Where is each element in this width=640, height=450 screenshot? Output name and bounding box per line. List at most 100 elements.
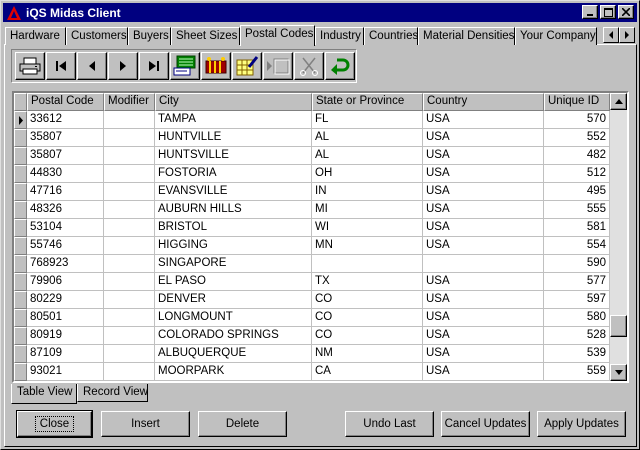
row-selector[interactable] <box>14 273 27 291</box>
cell-state[interactable]: CO <box>312 291 423 309</box>
next-record-button[interactable] <box>108 52 138 80</box>
close-window-button[interactable] <box>618 5 634 19</box>
table-row[interactable]: 80229 DENVER CO USA 597 <box>14 291 610 309</box>
table-row[interactable]: 87109 ALBUQUERQUE NM USA 539 <box>14 345 610 363</box>
table-row[interactable]: 35807 HUNTVILLE AL USA 552 <box>14 129 610 147</box>
undo-button[interactable] <box>325 52 355 80</box>
row-selector-header[interactable] <box>14 93 27 111</box>
minimize-button[interactable] <box>582 5 598 19</box>
first-record-button[interactable] <box>46 52 76 80</box>
cell-country[interactable]: USA <box>423 327 544 345</box>
cell-country[interactable]: USA <box>423 345 544 363</box>
cell-unique-id[interactable]: 482 <box>544 147 610 165</box>
column-header-state[interactable]: State or Province <box>312 93 423 111</box>
tab-table-view[interactable]: Table View <box>11 384 77 404</box>
table-row[interactable]: 80919 COLORADO SPRINGS CO USA 528 <box>14 327 610 345</box>
cell-postal-code[interactable]: 79906 <box>27 273 104 291</box>
cell-unique-id[interactable]: 590 <box>544 255 610 273</box>
cell-modifier[interactable] <box>104 201 155 219</box>
cell-state[interactable]: AL <box>312 129 423 147</box>
cell-postal-code[interactable]: 80501 <box>27 309 104 327</box>
row-selector[interactable] <box>14 291 27 309</box>
tab-scroll-left-button[interactable] <box>603 27 619 43</box>
column-header-country[interactable]: Country <box>423 93 544 111</box>
cell-state[interactable]: AL <box>312 147 423 165</box>
row-selector[interactable] <box>14 345 27 363</box>
cell-modifier[interactable] <box>104 147 155 165</box>
cell-unique-id[interactable]: 539 <box>544 345 610 363</box>
cell-postal-code[interactable]: 44830 <box>27 165 104 183</box>
row-selector[interactable] <box>14 237 27 255</box>
cell-city[interactable]: DENVER <box>155 291 312 309</box>
tab-customers[interactable]: Customers <box>66 27 128 45</box>
row-selector[interactable] <box>14 111 27 129</box>
cell-postal-code[interactable]: 33612 <box>27 111 104 129</box>
cell-postal-code[interactable]: 87109 <box>27 345 104 363</box>
row-selector[interactable] <box>14 219 27 237</box>
cell-unique-id[interactable]: 495 <box>544 183 610 201</box>
row-selector[interactable] <box>14 129 27 147</box>
row-selector[interactable] <box>14 183 27 201</box>
cell-city[interactable]: BRISTOL <box>155 219 312 237</box>
cell-modifier[interactable] <box>104 183 155 201</box>
cell-unique-id[interactable]: 555 <box>544 201 610 219</box>
table-row[interactable]: 768923 SINGAPORE 590 <box>14 255 610 273</box>
row-selector[interactable] <box>14 255 27 273</box>
cut-record-button[interactable] <box>294 52 324 80</box>
cell-state[interactable]: TX <box>312 273 423 291</box>
cell-city[interactable]: MOORPARK <box>155 363 312 381</box>
cell-country[interactable]: USA <box>423 237 544 255</box>
cell-postal-code[interactable]: 55746 <box>27 237 104 255</box>
table-row[interactable]: 80501 LONGMOUNT CO USA 580 <box>14 309 610 327</box>
cell-country[interactable]: USA <box>423 111 544 129</box>
cell-modifier[interactable] <box>104 345 155 363</box>
cell-postal-code[interactable]: 48326 <box>27 201 104 219</box>
title-bar[interactable]: iQS Midas Client <box>3 3 637 22</box>
tab-sheet-sizes[interactable]: Sheet Sizes <box>171 27 240 45</box>
cell-state[interactable]: MN <box>312 237 423 255</box>
row-selector[interactable] <box>14 327 27 345</box>
cell-unique-id[interactable]: 559 <box>544 363 610 381</box>
cell-modifier[interactable] <box>104 237 155 255</box>
cell-modifier[interactable] <box>104 291 155 309</box>
tab-your-company[interactable]: Your Company <box>515 27 597 45</box>
cell-state[interactable] <box>312 255 423 273</box>
cell-postal-code[interactable]: 35807 <box>27 129 104 147</box>
cell-country[interactable]: USA <box>423 363 544 381</box>
cell-postal-code[interactable]: 93021 <box>27 363 104 381</box>
table-row[interactable]: 47716 EVANSVILLE IN USA 495 <box>14 183 610 201</box>
cell-state[interactable]: MI <box>312 201 423 219</box>
cell-state[interactable]: IN <box>312 183 423 201</box>
cell-state[interactable]: OH <box>312 165 423 183</box>
cancel-updates-button[interactable]: Cancel Updates <box>441 411 530 437</box>
cell-unique-id[interactable]: 512 <box>544 165 610 183</box>
scroll-down-button[interactable] <box>610 364 627 381</box>
cell-unique-id[interactable]: 528 <box>544 327 610 345</box>
cell-unique-id[interactable]: 597 <box>544 291 610 309</box>
table-row[interactable]: 48326 AUBURN HILLS MI USA 555 <box>14 201 610 219</box>
cell-country[interactable]: USA <box>423 201 544 219</box>
print-button[interactable] <box>15 52 45 80</box>
undo-last-button[interactable]: Undo Last <box>345 411 434 437</box>
cell-city[interactable]: AUBURN HILLS <box>155 201 312 219</box>
cell-unique-id[interactable]: 580 <box>544 309 610 327</box>
cell-unique-id[interactable]: 552 <box>544 129 610 147</box>
column-header-city[interactable]: City <box>155 93 312 111</box>
cell-postal-code[interactable]: 768923 <box>27 255 104 273</box>
cell-modifier[interactable] <box>104 219 155 237</box>
maximize-button[interactable] <box>600 5 616 19</box>
cell-city[interactable]: EL PASO <box>155 273 312 291</box>
tab-material-densities[interactable]: Material Densities <box>418 27 515 45</box>
row-selector[interactable] <box>14 165 27 183</box>
tab-hardware[interactable]: Hardware <box>5 27 66 45</box>
table-row[interactable]: 55746 HIGGING MN USA 554 <box>14 237 610 255</box>
insert-button[interactable]: Insert <box>101 411 190 437</box>
cell-postal-code[interactable]: 47716 <box>27 183 104 201</box>
cell-city[interactable]: LONGMOUNT <box>155 309 312 327</box>
last-record-button[interactable] <box>139 52 169 80</box>
cell-city[interactable]: SINGAPORE <box>155 255 312 273</box>
cell-city[interactable]: FOSTORIA <box>155 165 312 183</box>
import-button[interactable] <box>170 52 200 80</box>
cell-modifier[interactable] <box>104 255 155 273</box>
scroll-thumb[interactable] <box>610 315 627 337</box>
